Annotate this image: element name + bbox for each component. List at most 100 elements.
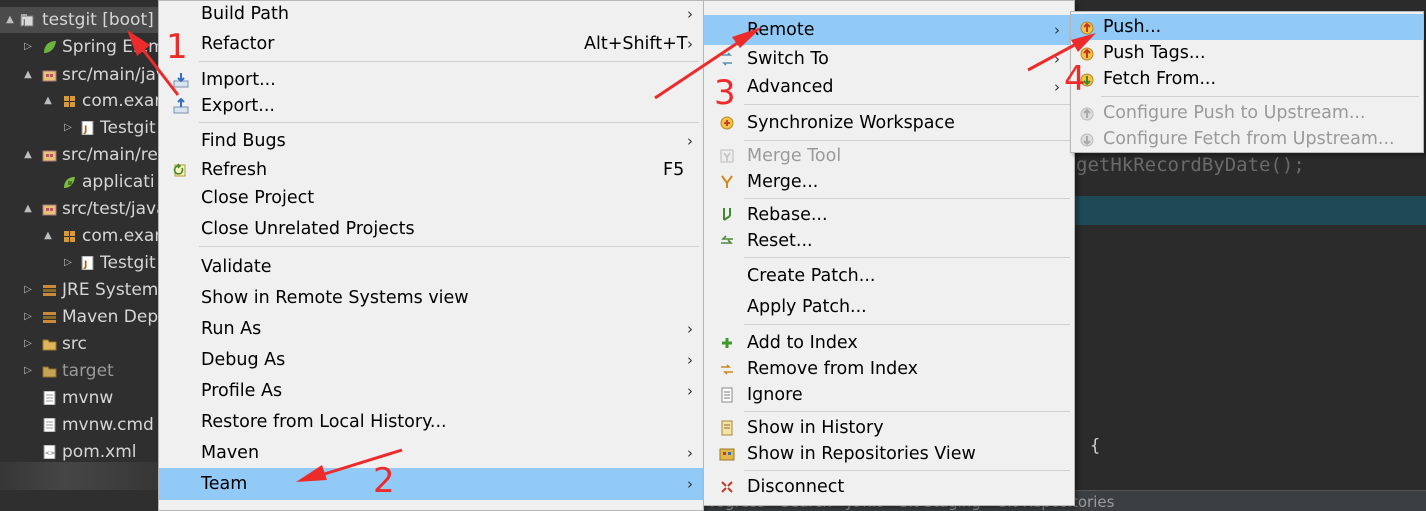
tree-item-target[interactable]: ▷ target [0, 358, 160, 384]
menu-item-rebase[interactable]: Rebase... [704, 201, 1074, 229]
menu-item-run-as[interactable]: Run As › [159, 315, 703, 343]
menu-item-show-in-repositories-view[interactable]: Show in Repositories View [704, 440, 1074, 468]
tree-item-src-test-java[interactable]: ▲ src/test/java [0, 196, 160, 222]
tree-item-com-example-main[interactable]: ▲ com.exam [0, 88, 160, 114]
tree-item-mvnw[interactable]: mvnw [0, 385, 160, 411]
tree-item-application-properties[interactable]: applicati [0, 169, 160, 195]
collapse-twisty-icon[interactable]: ▲ [22, 62, 34, 88]
tree-item-com-example-test[interactable]: ▲ com.exam [0, 223, 160, 249]
tree-item-testgit-tests[interactable]: ▷ J Testgit [0, 250, 160, 276]
menu-item-remote[interactable]: Remote › [704, 15, 1074, 45]
menu-item-show-in-remote-systems[interactable]: Show in Remote Systems view [159, 284, 703, 312]
menu-item-validate[interactable]: Validate [159, 253, 703, 281]
menu-item-push[interactable]: Push... [1071, 14, 1423, 40]
collapse-twisty-icon[interactable]: ▲ [42, 223, 54, 249]
tree-item-label: src/main/res [62, 145, 160, 165]
menu-item-debug-as[interactable]: Debug As › [159, 346, 703, 374]
menu-item-merge-tool[interactable]: Merge Tool [704, 142, 1074, 170]
submenu-arrow-icon: › [687, 35, 693, 53]
menu-item-remove-from-index[interactable]: Remove from Index [704, 355, 1074, 383]
expand-twisty-icon[interactable]: ▷ [22, 304, 34, 330]
menu-item-synchronize-workspace[interactable]: Synchronize Workspace [704, 109, 1074, 137]
menu-item-ignore[interactable]: Ignore [704, 381, 1074, 409]
menu-item-label: Export... [201, 96, 275, 116]
menu-item-refactor[interactable]: Refactor Alt+Shift+T › [159, 30, 703, 58]
tree-item-label: applicati [82, 172, 155, 192]
tree-item-testgit-project[interactable]: ▲ J testgit [boot] [0, 7, 160, 33]
menu-separator [744, 198, 1070, 199]
menu-item-push-tags[interactable]: Push Tags... [1071, 40, 1423, 66]
menu-item-close-unrelated-projects[interactable]: Close Unrelated Projects [159, 215, 703, 243]
tree-item-mvnw-cmd[interactable]: mvnw.cmd [0, 412, 160, 438]
expand-twisty-icon[interactable]: ▷ [22, 331, 34, 357]
menu-item-configure-push-to-upstream[interactable]: Configure Push to Upstream... [1071, 100, 1423, 126]
submenu-arrow-icon: › [687, 475, 693, 493]
menu-item-reset[interactable]: Reset... [704, 227, 1074, 255]
tree-item-label: com.exam [82, 226, 160, 246]
collapse-twisty-icon[interactable]: ▲ [42, 88, 54, 114]
file-icon [43, 418, 56, 432]
menu-item-advanced[interactable]: Advanced › [704, 73, 1074, 101]
svg-text:J: J [83, 260, 87, 270]
menu-item-label: Disconnect [747, 477, 845, 497]
menu-item-fetch-from[interactable]: Fetch From... [1071, 66, 1423, 92]
menu-item-label: Maven [201, 443, 260, 463]
tree-item-maven-dependencies[interactable]: ▷ Maven Dep [0, 304, 160, 330]
menu-separator [744, 470, 1070, 471]
collapse-twisty-icon[interactable]: ▲ [22, 142, 34, 168]
menu-item-apply-patch[interactable]: Apply Patch... [704, 293, 1074, 321]
expand-twisty-icon[interactable]: ▷ [22, 277, 34, 303]
tree-item-src-main-java[interactable]: ▲ src/main/java [0, 62, 160, 88]
tree-item-src[interactable]: ▷ src [0, 331, 160, 357]
menu-item-export[interactable]: Export... [159, 92, 703, 120]
menu-item-restore-from-local-history[interactable]: Restore from Local History... [159, 408, 703, 436]
switch-branch-icon [722, 52, 732, 66]
menu-item-label: Debug As [201, 350, 286, 370]
menu-item-switch-to[interactable]: Switch To › [704, 45, 1074, 73]
annotation-step-1: 1 [166, 27, 188, 67]
menu-item-build-path[interactable]: Build Path › [159, 1, 703, 28]
menu-item-profile-as[interactable]: Profile As › [159, 377, 703, 405]
expand-twisty-icon[interactable]: ▷ [62, 115, 74, 141]
collapse-twisty-icon[interactable]: ▲ [22, 196, 34, 222]
annotation-step-3: 3 [714, 73, 736, 113]
menu-item-find-bugs[interactable]: Find Bugs › [159, 127, 703, 155]
menu-item-add-to-index[interactable]: Add to Index [704, 329, 1074, 357]
menu-item-label: Switch To [747, 49, 829, 69]
menu-item-create-patch[interactable]: Create Patch... [704, 262, 1074, 290]
menu-item-close-project[interactable]: Close Project [159, 184, 703, 212]
code-editor[interactable]: getHkRecordByDate(); { [1074, 152, 1426, 511]
tree-item-src-main-resources[interactable]: ▲ src/main/res [0, 142, 160, 168]
menu-item-label: Push... [1103, 17, 1162, 37]
expand-twisty-icon[interactable]: ▷ [22, 34, 34, 60]
expand-twisty-icon[interactable]: ▷ [22, 358, 34, 384]
menu-item-label: Add to Index [747, 333, 858, 353]
menu-item-label: Profile As [201, 381, 283, 401]
menu-item-import[interactable]: Import... [159, 66, 703, 94]
menu-item-team[interactable]: Team › [159, 468, 703, 500]
tree-item-jre-system-library[interactable]: ▷ JRE System [0, 277, 160, 303]
menu-item-label: Find Bugs [201, 131, 286, 151]
menu-item-label: Remove from Index [747, 359, 919, 379]
menu-separator [744, 257, 1070, 258]
menu-item-refresh[interactable]: Refresh F5 [159, 156, 703, 184]
expand-twisty-icon[interactable]: ▷ [62, 250, 74, 276]
menu-item-show-in-history[interactable]: Show in History [704, 414, 1074, 442]
collapse-twisty-icon[interactable]: ▲ [4, 7, 16, 33]
submenu-arrow-icon: › [687, 351, 693, 369]
menu-item-maven[interactable]: Maven › [159, 439, 703, 467]
project-context-menu: Build Path › Refactor Alt+Shift+T › Impo… [158, 0, 704, 511]
menu-item-label: Ignore [747, 385, 803, 405]
menu-item-configure-fetch-from-upstream[interactable]: Configure Fetch from Upstream... [1071, 126, 1423, 152]
tree-item-testgit-application[interactable]: ▷ J Testgit [0, 115, 160, 141]
package-icon [64, 96, 75, 107]
xml-file-icon: <> [43, 445, 56, 459]
svg-text:J: J [83, 125, 87, 135]
menu-item-disconnect[interactable]: Disconnect [704, 473, 1074, 501]
submenu-arrow-icon: › [687, 444, 693, 462]
tree-item-spring-elements[interactable]: ▷ Spring Elem [0, 34, 160, 60]
menu-item-merge[interactable]: Merge... [704, 168, 1074, 196]
menu-item-label: Validate [201, 257, 272, 277]
tree-item-label: mvnw.cmd [62, 415, 154, 435]
push-icon [1080, 21, 1094, 35]
